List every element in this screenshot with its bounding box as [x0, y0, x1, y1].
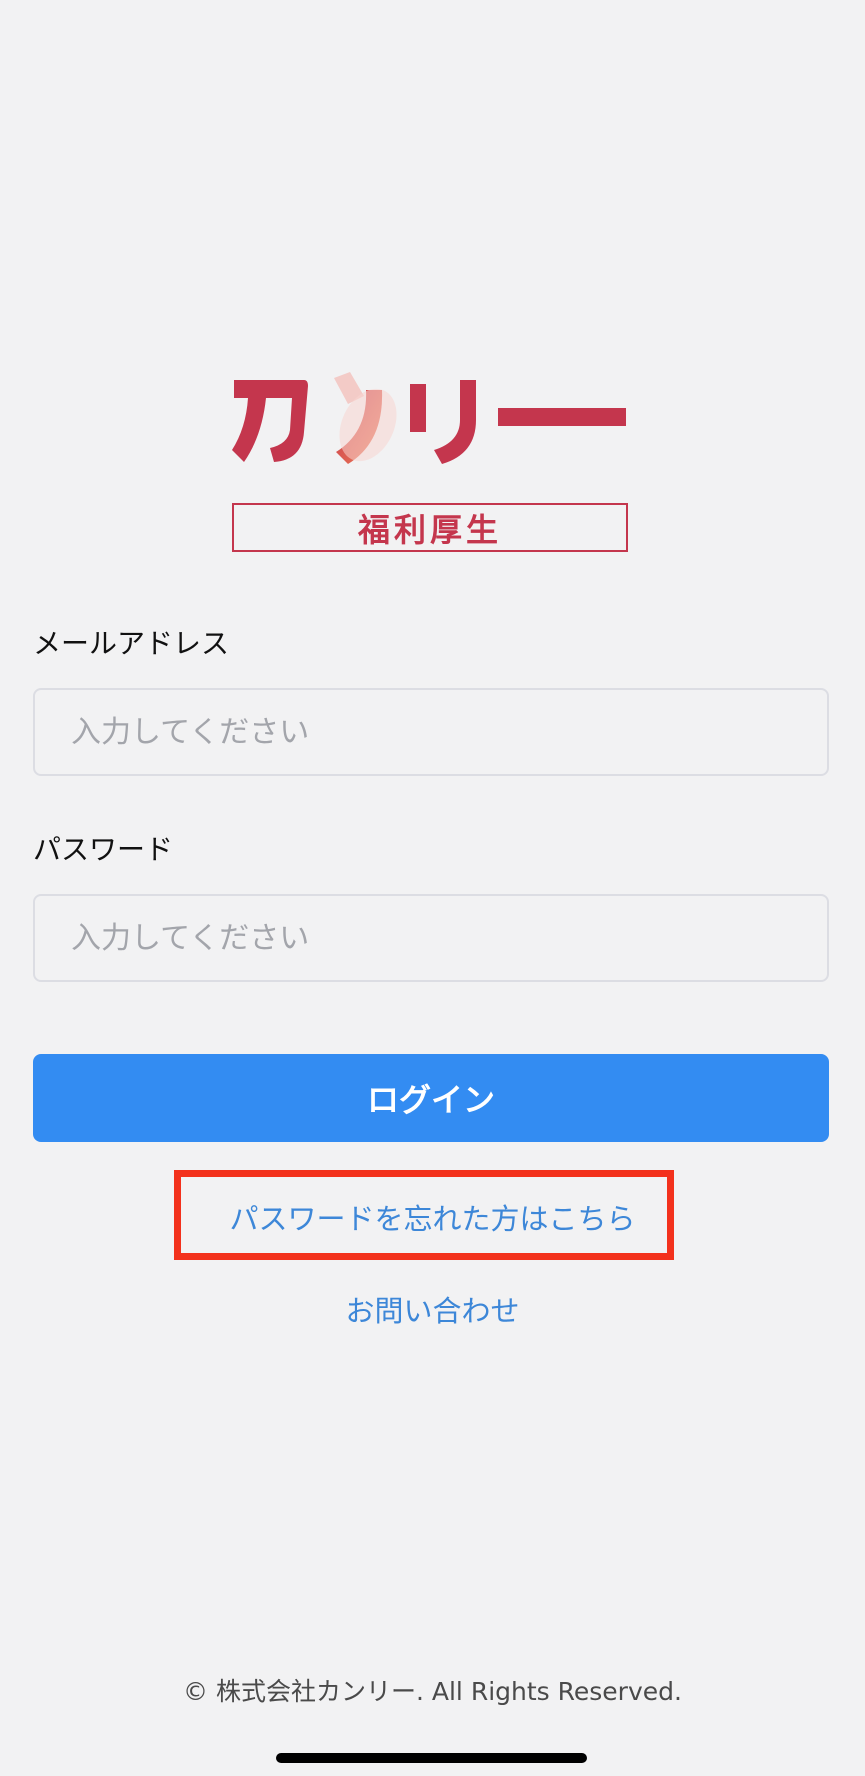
logo-subtitle: 福利厚生: [232, 503, 628, 552]
app-logo: [230, 370, 630, 470]
copyright-footer: © 株式会社カンリー. All Rights Reserved.: [183, 1677, 682, 1706]
home-indicator[interactable]: [276, 1753, 587, 1763]
email-label: メールアドレス: [33, 627, 230, 660]
forgot-password-link[interactable]: パスワードを忘れた方はこちら: [0, 1196, 865, 1238]
email-input[interactable]: [33, 688, 829, 776]
contact-link[interactable]: お問い合わせ: [0, 1288, 865, 1330]
password-label: パスワード: [33, 833, 174, 866]
login-button[interactable]: ログイン: [33, 1054, 829, 1142]
password-input[interactable]: [33, 894, 829, 982]
logo-wordmark: [232, 372, 626, 464]
